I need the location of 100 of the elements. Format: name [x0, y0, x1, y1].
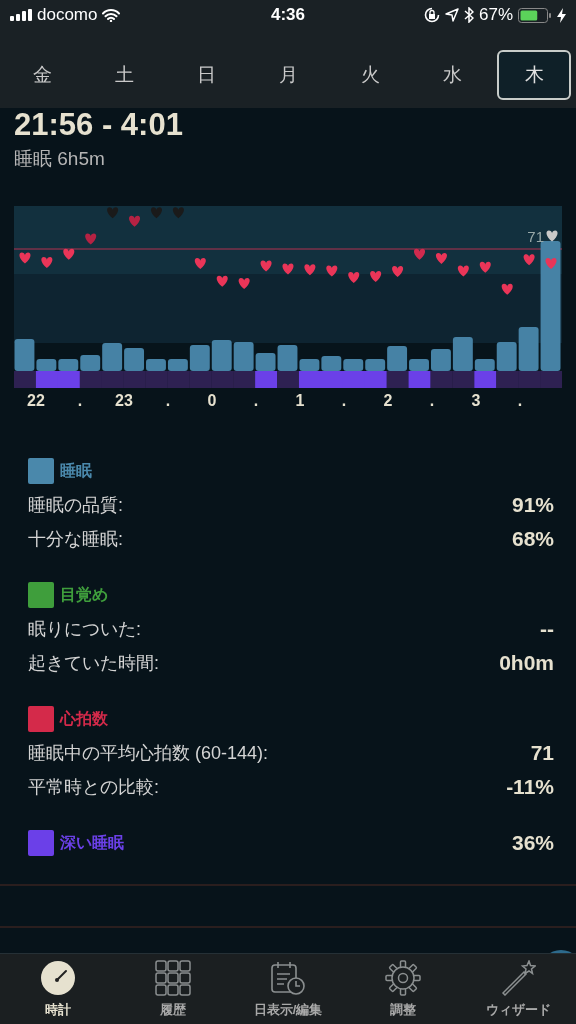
sleep-phase-segment — [255, 371, 278, 388]
heart-marker — [260, 260, 272, 272]
signal-icon — [10, 9, 32, 21]
stat-value: 68% — [511, 527, 554, 551]
activity-bar — [124, 348, 144, 371]
day-tab[interactable]: 木 — [497, 50, 571, 100]
stat-label: 睡眠中の平均心拍数 (60-144): — [28, 742, 270, 765]
heart-marker — [414, 248, 426, 260]
wifi-icon — [102, 8, 121, 22]
axis-label: . — [252, 392, 260, 410]
sleep-phase-segment — [298, 371, 322, 388]
tab-bar-item[interactable]: ウィザード — [460, 954, 576, 1024]
stat-value: 36% — [511, 831, 554, 855]
day-tab[interactable]: 土 — [87, 50, 161, 100]
axis-label: 3 — [470, 392, 482, 410]
section-title: 心拍数 — [60, 708, 108, 729]
sleep-phase-segment — [101, 371, 124, 388]
carrier-name: docomo — [37, 5, 98, 25]
heart-marker — [523, 254, 535, 266]
sleep-phase-segment — [233, 371, 256, 388]
stat-value: 0h0m — [499, 651, 554, 675]
heart-marker — [129, 215, 141, 227]
section-title: 目覚め — [60, 584, 108, 605]
sleep-phase-segment — [430, 371, 453, 388]
heart-marker — [216, 275, 228, 287]
section-title: 深い睡眠 — [60, 832, 124, 853]
battery-percent: 67% — [478, 5, 513, 25]
sleep-phase-segment — [123, 371, 146, 388]
battery-icon — [518, 7, 552, 23]
heart-marker — [238, 277, 250, 289]
day-tab[interactable]: 月 — [251, 50, 325, 100]
sleep-phase-segment — [211, 371, 234, 388]
day-tab[interactable]: 金 — [5, 50, 79, 100]
stat-label: 十分な睡眠: — [28, 528, 124, 551]
heart-marker — [19, 252, 31, 264]
sleep-phase-segment — [14, 371, 37, 388]
axis-label: . — [516, 392, 524, 410]
sleep-phase-segment — [496, 371, 519, 388]
stat-value: -11% — [506, 775, 554, 799]
clock-icon — [39, 959, 76, 996]
activity-bar — [321, 356, 342, 371]
heart-icon — [546, 230, 558, 242]
sleep-phase-segment — [518, 371, 541, 388]
axis-label: 23 — [114, 392, 134, 410]
heart-marker — [107, 207, 119, 219]
heart-marker — [457, 265, 469, 277]
sleep-phase-segment — [57, 371, 81, 388]
axis-label: . — [76, 392, 84, 410]
heart-marker — [194, 258, 206, 270]
sleep-phase-segment — [277, 371, 300, 388]
sleep-phase-segment — [452, 371, 475, 388]
grid-icon — [154, 959, 191, 996]
sleep-phase-segment — [145, 371, 168, 388]
heart-marker — [150, 207, 162, 219]
tab-bar-item[interactable]: 調整 — [345, 954, 461, 1024]
activity-bar — [58, 359, 79, 371]
day-tab[interactable]: 火 — [333, 50, 407, 100]
sleep-phase-segment — [408, 371, 431, 388]
sleep-duration: 睡眠 6h5m — [14, 147, 106, 171]
stat-label: 平常時との比較: — [28, 776, 160, 799]
day-tab[interactable]: 水 — [415, 50, 489, 100]
activity-bar — [211, 340, 232, 371]
sleep-phase-segment — [189, 371, 212, 388]
heart-marker — [545, 258, 557, 270]
sleep-time-range: 21:56 - 4:01 — [14, 108, 184, 142]
axis-label: 0 — [206, 392, 218, 410]
sleep-phase-segment — [540, 371, 562, 388]
magic-wand-icon — [500, 959, 537, 996]
section-title: 睡眠 — [60, 460, 92, 481]
stat-value: -- — [540, 617, 554, 641]
tab-bar-item[interactable]: 時計 — [0, 954, 116, 1024]
rotation-lock-icon — [423, 7, 440, 23]
sleep-phase-segment — [35, 371, 59, 388]
sleep-phase-segment — [167, 371, 190, 388]
heart-marker — [304, 264, 316, 276]
tab-bar-item[interactable]: 日表示/編集 — [230, 954, 346, 1024]
sleep-phase-segment — [474, 371, 497, 388]
heart-rate-label: 71 — [527, 228, 544, 245]
activity-bar — [146, 359, 166, 371]
clock-time: 4:36 — [271, 5, 305, 24]
axis-label: . — [340, 392, 348, 410]
heart-marker — [85, 233, 97, 245]
heart-marker — [392, 266, 404, 278]
heart-marker — [348, 272, 360, 283]
tab-bar-item[interactable]: 履歴 — [115, 954, 231, 1024]
heart-marker — [172, 207, 184, 219]
sleep-phase-segment — [364, 371, 387, 388]
bluetooth-icon — [463, 7, 474, 23]
location-icon — [444, 8, 459, 22]
heart-marker — [63, 248, 75, 260]
stat-value: 91% — [511, 493, 554, 517]
heart-marker — [501, 283, 513, 295]
settings-icon — [385, 959, 422, 996]
heart-marker — [435, 252, 447, 264]
calendar-clock-icon — [270, 959, 306, 996]
day-tab[interactable]: 日 — [169, 50, 243, 100]
stat-label: 眠りについた: — [28, 618, 142, 641]
heart-marker — [282, 263, 294, 275]
sleep-phase-segment — [386, 371, 409, 388]
stat-value: 71 — [530, 741, 554, 765]
